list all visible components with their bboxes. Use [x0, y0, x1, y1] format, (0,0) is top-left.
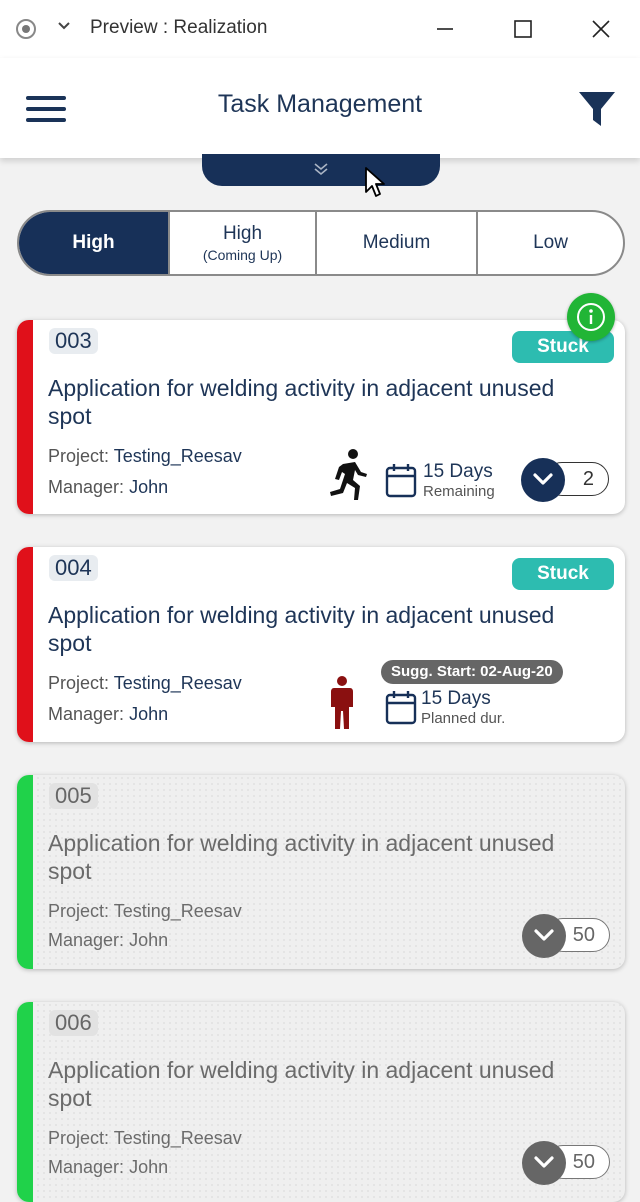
task-id: 003: [49, 328, 98, 354]
project-name: Testing_Reesav: [113, 673, 242, 693]
task-card[interactable]: 004 Stuck Application for welding activi…: [17, 547, 625, 742]
manager-name: John: [129, 704, 169, 724]
manager-line: Manager: John: [48, 704, 168, 725]
suggested-start-badge: Sugg. Start: 02-Aug-20: [381, 660, 563, 684]
task-id: 004: [49, 555, 98, 581]
task-title: Application for welding activity in adja…: [48, 375, 555, 429]
expand-panel-button[interactable]: [202, 154, 440, 186]
project-line: Project: Testing_Reesav: [48, 1128, 242, 1149]
manager-label: Manager:: [48, 704, 125, 724]
project-line: Project: Testing_Reesav: [48, 901, 242, 922]
manager-name: John: [129, 1157, 169, 1177]
priority-tabs: High High (Coming Up) Medium Low: [17, 210, 625, 276]
tab-high-coming-up[interactable]: High (Coming Up): [170, 212, 317, 274]
maximize-icon[interactable]: [510, 16, 536, 42]
manager-label: Manager:: [48, 930, 125, 950]
minimize-icon[interactable]: [432, 16, 458, 42]
task-id: 005: [49, 783, 98, 809]
project-label: Project:: [48, 446, 110, 466]
tab-label: Medium: [362, 232, 431, 253]
app-header: Task Management: [0, 58, 640, 158]
tab-high[interactable]: High: [19, 212, 170, 274]
close-icon[interactable]: [588, 16, 614, 42]
filter-icon[interactable]: [578, 90, 616, 128]
calendar-icon: [385, 464, 417, 498]
manager-name: John: [129, 477, 169, 497]
chevron-down-icon: [534, 1156, 554, 1168]
tab-label: Low: [533, 232, 568, 253]
project-line: Project: Testing_Reesav: [48, 446, 242, 467]
expand-circle: [522, 1141, 566, 1185]
project-label: Project:: [48, 901, 110, 921]
project-label: Project:: [48, 1128, 110, 1148]
tab-label: High: [72, 232, 115, 253]
task-card[interactable]: 006 Application for welding activity in …: [17, 1002, 625, 1202]
chevron-down-icon: [533, 473, 553, 485]
info-icon[interactable]: [567, 293, 615, 341]
manager-line: Manager: John: [48, 930, 168, 951]
chevron-down-icon: [534, 929, 554, 941]
task-card[interactable]: 003 Stuck Application for welding activi…: [17, 320, 625, 514]
standing-person-icon: [331, 676, 353, 729]
task-title: Application for welding activity in adja…: [48, 1057, 555, 1111]
priority-indicator: [17, 320, 33, 514]
window-titlebar: Preview : Realization: [0, 0, 640, 58]
page-title: Task Management: [217, 90, 423, 118]
calendar-icon: [385, 691, 417, 725]
task-title: Application for welding activity in adja…: [48, 830, 555, 884]
expand-circle: [522, 914, 566, 958]
expand-counter-button[interactable]: 50: [522, 914, 612, 958]
project-line: Project: Testing_Reesav: [48, 673, 242, 694]
manager-line: Manager: John: [48, 477, 168, 498]
project-name: Testing_Reesav: [113, 901, 242, 921]
record-icon[interactable]: [16, 19, 36, 39]
running-person-icon: [330, 449, 367, 500]
task-card[interactable]: 005 Application for welding activity in …: [17, 775, 625, 969]
mouse-cursor-icon: [365, 167, 385, 197]
expand-counter-button[interactable]: 50: [522, 1141, 612, 1185]
tab-low[interactable]: Low: [478, 212, 623, 274]
tab-label: High: [222, 223, 263, 244]
expand-counter-button[interactable]: 2: [521, 458, 611, 502]
window-title: Preview : Realization: [90, 17, 268, 38]
tab-sublabel: (Coming Up): [202, 247, 283, 263]
project-label: Project:: [48, 673, 110, 693]
duration-value: 15 Days: [423, 461, 493, 482]
expand-circle: [521, 458, 565, 502]
chevron-down-icon[interactable]: [56, 18, 72, 34]
manager-name: John: [129, 930, 169, 950]
priority-indicator: [17, 547, 33, 742]
task-id: 006: [49, 1010, 98, 1036]
double-chevron-down-icon: [314, 163, 328, 176]
priority-indicator: [17, 1002, 33, 1202]
task-title: Application for welding activity in adja…: [48, 602, 555, 656]
priority-indicator: [17, 775, 33, 969]
manager-label: Manager:: [48, 1157, 125, 1177]
manager-label: Manager:: [48, 477, 125, 497]
duration-note: Remaining: [423, 483, 495, 500]
project-name: Testing_Reesav: [113, 1128, 242, 1148]
tab-medium[interactable]: Medium: [317, 212, 478, 274]
duration-value: 15 Days: [421, 688, 491, 709]
duration-note: Planned dur.: [421, 710, 506, 727]
project-name: Testing_Reesav: [113, 446, 242, 466]
manager-line: Manager: John: [48, 1157, 168, 1178]
status-badge: Stuck: [512, 558, 614, 590]
duration: 15 Days Planned dur.: [421, 689, 505, 729]
duration: 15 Days Remaining: [423, 462, 495, 502]
